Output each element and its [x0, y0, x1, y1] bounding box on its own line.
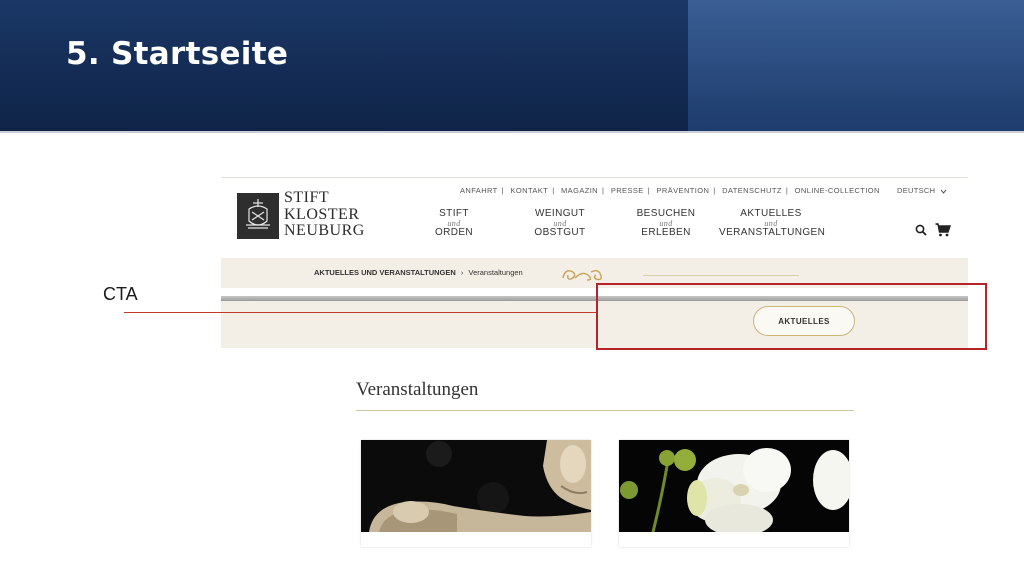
nav-item-top: AKTUELLES [740, 208, 802, 219]
slide-header: 5. Startseite [0, 0, 1024, 131]
meta-navigation: ANFAHRT | KONTAKT | MAGAZIN | PRESSE | PRÄVE… [458, 186, 882, 195]
meta-link-praevention[interactable]: PRÄVENTION [657, 186, 710, 195]
meta-separator: | [501, 186, 505, 195]
slide-title: 5. Startseite [66, 36, 289, 72]
breadcrumb: AKTUELLES UND VERANSTALTUNGEN › Veransta… [314, 268, 523, 277]
nav-item-top: STIFT [439, 208, 469, 219]
ornament-icon [562, 269, 602, 281]
meta-link-anfahrt[interactable]: ANFAHRT [460, 186, 498, 195]
section-title: Veranstaltungen [356, 379, 479, 400]
orchid-image [619, 440, 849, 532]
meta-separator: | [647, 186, 651, 195]
meta-separator: | [785, 186, 789, 195]
event-image-orchids [619, 440, 849, 532]
event-card[interactable] [619, 440, 849, 547]
nav-item-bottom: OBSTGUT [534, 227, 586, 238]
logo-line-2: KLOSTER [284, 205, 360, 223]
meta-link-online-collection[interactable]: ONLINE-COLLECTION [795, 186, 880, 195]
nav-item-bottom: ORDEN [434, 227, 474, 238]
meta-link-presse[interactable]: PRESSE [611, 186, 644, 195]
logo-wordmark[interactable]: STIFT KLOSTER NEUBURG [284, 189, 365, 240]
nav-item-top: WEINGUT [534, 208, 586, 219]
meta-link-datenschutz[interactable]: DATENSCHUTZ [722, 186, 782, 195]
header-divider [0, 131, 1024, 133]
breadcrumb-parent[interactable]: AKTUELLES UND VERANSTALTUNGEN [314, 268, 456, 277]
logo-line-3: NEUBURG [284, 222, 365, 239]
nav-item-bottom: VERANSTALTUNGEN [719, 227, 826, 238]
meta-separator: | [602, 186, 605, 195]
nav-item-top: BESUCHEN [636, 208, 696, 219]
breadcrumb-rule [643, 275, 799, 276]
meta-link-kontakt[interactable]: KONTAKT [511, 186, 549, 195]
nav-item-weingut-obstgut[interactable]: WEINGUT und OBSTGUT [532, 209, 588, 238]
cart-icon[interactable] [935, 223, 951, 237]
cta-annotation-line [124, 312, 597, 313]
nav-item-stift-orden[interactable]: STIFT und ORDEN [434, 209, 474, 238]
crest-icon [246, 199, 270, 229]
logo-emblem[interactable] [237, 193, 279, 239]
cta-annotation-label: CTA [103, 284, 138, 304]
nav-item-besuchen-erleben[interactable]: BESUCHEN und ERLEBEN [635, 209, 697, 238]
sculpture-image [361, 440, 591, 532]
meta-link-magazin[interactable]: MAGAZIN [561, 186, 598, 195]
event-image-sculpture [361, 440, 591, 532]
cta-highlight-box [596, 283, 987, 350]
meta-separator: | [713, 186, 716, 195]
chevron-down-icon [940, 189, 947, 194]
language-selector[interactable]: DEUTSCH [897, 186, 947, 195]
nav-item-aktuelles-veranstaltungen[interactable]: AKTUELLES und VERANSTALTUNGEN [719, 208, 826, 238]
site-top-border [221, 177, 968, 178]
logo-line-1: STIFT [284, 189, 330, 206]
section-rule [356, 410, 854, 411]
event-card[interactable] [361, 440, 591, 547]
search-icon[interactable] [915, 224, 927, 236]
meta-separator: | [552, 186, 555, 195]
breadcrumb-separator: › [460, 268, 464, 277]
nav-item-bottom: ERLEBEN [641, 227, 691, 238]
language-label: DEUTSCH [897, 186, 936, 195]
breadcrumb-current: Veranstaltungen [468, 268, 523, 277]
header-right-panel [688, 0, 1024, 131]
